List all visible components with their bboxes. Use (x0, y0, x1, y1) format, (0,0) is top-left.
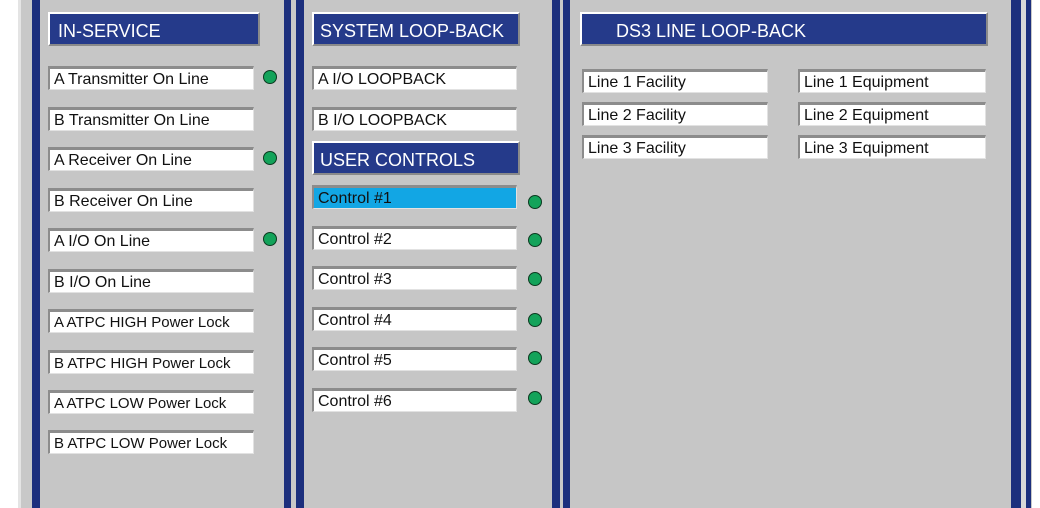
in-service-item-b-receiver[interactable]: B Receiver On Line (48, 188, 254, 212)
control-led-6 (528, 391, 542, 405)
in-service-item-b-atpc-high[interactable]: B ATPC HIGH Power Lock (48, 350, 254, 374)
ds3-line-3-equipment[interactable]: Line 3 Equipment (798, 135, 986, 159)
right-strip (1021, 0, 1026, 508)
in-service-item-a-transmitter[interactable]: A Transmitter On Line (48, 66, 254, 90)
rail-right-2 (1026, 0, 1031, 508)
in-service-item-a-atpc-high[interactable]: A ATPC HIGH Power Lock (48, 309, 254, 333)
rail-mid-2 (563, 0, 570, 508)
frame-edge-left (18, 0, 21, 508)
ds3-line-1-equipment[interactable]: Line 1 Equipment (798, 69, 986, 93)
in-service-header: IN-SERVICE (48, 12, 260, 46)
rail-left-3 (296, 0, 304, 508)
control-led-1 (528, 195, 542, 209)
user-control-5[interactable]: Control #5 (312, 347, 517, 371)
user-controls-header: USER CONTROLS (312, 141, 520, 175)
rail-mid-1 (552, 0, 560, 508)
rail-left-1 (32, 0, 40, 508)
ds3-loopback-header: DS3 LINE LOOP-BACK (580, 12, 988, 46)
in-service-item-a-io[interactable]: A I/O On Line (48, 228, 254, 252)
user-control-2[interactable]: Control #2 (312, 226, 517, 250)
loopback-b-io[interactable]: B I/O LOOPBACK (312, 107, 517, 131)
in-service-item-b-transmitter[interactable]: B Transmitter On Line (48, 107, 254, 131)
in-service-item-a-atpc-low[interactable]: A ATPC LOW Power Lock (48, 390, 254, 414)
loopback-a-io[interactable]: A I/O LOOPBACK (312, 66, 517, 90)
user-control-3[interactable]: Control #3 (312, 266, 517, 290)
ds3-line-3-facility[interactable]: Line 3 Facility (582, 135, 768, 159)
status-led-a-io (263, 232, 277, 246)
status-led-a-transmitter (263, 70, 277, 84)
rail-right-1 (1011, 0, 1021, 508)
ds3-line-2-equipment[interactable]: Line 2 Equipment (798, 102, 986, 126)
control-led-2 (528, 233, 542, 247)
in-service-item-a-receiver[interactable]: A Receiver On Line (48, 147, 254, 171)
in-service-item-b-io[interactable]: B I/O On Line (48, 269, 254, 293)
control-led-4 (528, 313, 542, 327)
user-control-6[interactable]: Control #6 (312, 388, 517, 412)
user-control-4[interactable]: Control #4 (312, 307, 517, 331)
ds3-line-1-facility[interactable]: Line 1 Facility (582, 69, 768, 93)
in-service-item-b-atpc-low[interactable]: B ATPC LOW Power Lock (48, 430, 254, 454)
ds3-line-2-facility[interactable]: Line 2 Facility (582, 102, 768, 126)
user-control-1[interactable]: Control #1 (312, 185, 517, 209)
rail-left-2 (284, 0, 291, 508)
system-loopback-header: SYSTEM LOOP-BACK (312, 12, 520, 46)
status-led-a-receiver (263, 151, 277, 165)
control-led-5 (528, 351, 542, 365)
control-led-3 (528, 272, 542, 286)
